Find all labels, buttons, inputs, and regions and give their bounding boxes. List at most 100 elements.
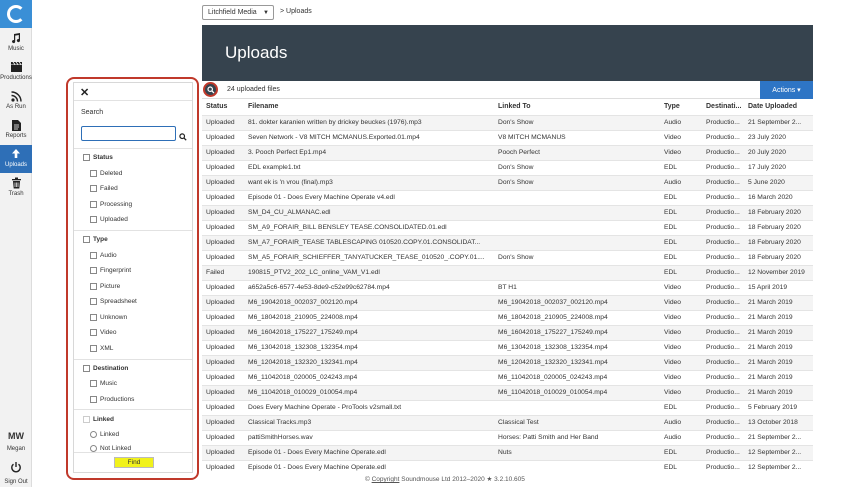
table-row[interactable]: Uploaded M6_11042018_020005_024243.mp4 M6_… — [202, 370, 813, 385]
column-header-linked-to[interactable]: Linked To — [498, 103, 660, 110]
table-row[interactable]: Uploaded SM_A9_FORAIR_BILL BENSLEY TEASE.… — [202, 220, 813, 235]
checkbox[interactable] — [90, 170, 97, 177]
cell-status: Failed — [206, 269, 225, 276]
table-row[interactable]: Uploaded Episode 01 - Does Every Machine … — [202, 445, 813, 460]
actions-button[interactable]: Actions ▾ — [760, 81, 813, 99]
checkbox[interactable] — [90, 380, 97, 387]
company-select[interactable]: Litchfield Media ▼ — [202, 5, 274, 20]
table-row[interactable]: Uploaded SM_D4_CU_ALMANAC.edl EDL Productio… — [202, 205, 813, 220]
nav-item-as-run[interactable]: As Run — [0, 87, 32, 115]
filter-type-fingerprint[interactable]: Fingerprint — [90, 267, 131, 274]
nav-item-trash[interactable]: Trash — [0, 174, 32, 202]
cell-type: Video — [664, 329, 681, 336]
checkbox[interactable] — [90, 345, 97, 352]
filter-type-checkbox[interactable]: Type — [83, 236, 108, 243]
checkbox[interactable] — [90, 267, 97, 274]
checkbox[interactable] — [90, 216, 97, 223]
cell-linked-to: Classical Test — [498, 419, 539, 426]
filter-type-video[interactable]: Video — [90, 329, 117, 336]
filter-type-audio[interactable]: Audio — [90, 252, 117, 259]
filter-destination-checkbox[interactable]: Destination — [83, 365, 128, 372]
close-icon[interactable]: ✕ — [80, 86, 89, 99]
cell-date-uploaded: 16 March 2020 — [748, 194, 793, 201]
table-row[interactable]: Uploaded M6_13042018_132308_132354.mp4 M6_… — [202, 340, 813, 355]
footer-prefix: © — [365, 476, 372, 483]
cell-status: Uploaded — [206, 119, 235, 126]
table-row[interactable]: Uploaded Episode 01 - Does Every Machine … — [202, 460, 813, 475]
filter-option-label: Linked — [100, 431, 120, 438]
checkbox[interactable] — [90, 185, 97, 192]
table-row[interactable]: Uploaded M6_11042018_010029_010054.mp4 M6_… — [202, 385, 813, 400]
checkbox[interactable] — [90, 329, 97, 336]
filter-status-checkbox[interactable]: Status — [83, 154, 113, 161]
checkbox[interactable] — [90, 298, 97, 305]
filter-option-label: Failed — [100, 185, 118, 192]
table-row[interactable]: Uploaded Does Every Machine Operate - Pro… — [202, 400, 813, 415]
checkbox[interactable] — [90, 201, 97, 208]
filter-linked-radio[interactable]: Linked — [90, 431, 119, 438]
checkbox[interactable] — [83, 365, 90, 372]
find-button[interactable]: Find — [114, 457, 154, 468]
column-header-type[interactable]: Type — [664, 103, 704, 110]
table-row[interactable]: Uploaded M6_18042018_210905_224008.mp4 M6_… — [202, 310, 813, 325]
nav-item-productions[interactable]: Productions — [0, 58, 32, 86]
column-header-status[interactable]: Status — [206, 103, 246, 110]
table-row[interactable]: Uploaded Classical Tracks.mp3 Classical Te… — [202, 415, 813, 430]
checkbox[interactable] — [90, 283, 97, 290]
checkbox[interactable] — [90, 314, 97, 321]
table-row[interactable]: Uploaded want ek is 'n vrou (final).mp3 Do… — [202, 175, 813, 190]
column-header-destination[interactable]: Destinati... — [706, 103, 746, 110]
table-row[interactable]: Uploaded M6_12042018_132320_132341.mp4 M6_… — [202, 355, 813, 370]
copyright-link[interactable]: Copyright — [372, 476, 400, 483]
checkbox[interactable] — [90, 396, 97, 403]
table-row[interactable]: Uploaded 81. dokter karanien written by d… — [202, 115, 813, 130]
filter-linked-checkbox[interactable]: Linked — [83, 416, 114, 423]
filter-type-picture[interactable]: Picture — [90, 283, 120, 290]
cell-filename: M6_18042018_210905_224008.mp4 — [248, 314, 358, 321]
search-icon[interactable] — [179, 128, 187, 146]
filter-type-unknown[interactable]: Unknown — [90, 314, 127, 321]
filter-status-uploaded[interactable]: Uploaded — [90, 216, 128, 223]
table-row[interactable]: Uploaded a652a5c6-6577-4e53-8de9-c52e99c6… — [202, 280, 813, 295]
table-row[interactable]: Uploaded pattiSmithHorses.wav Horses: Patt… — [202, 430, 813, 445]
toggle-search-button[interactable] — [203, 82, 218, 97]
nav-item-uploads[interactable]: Uploads — [0, 145, 32, 173]
sign-out-button[interactable]: Sign Out — [0, 460, 32, 487]
table-row[interactable]: Uploaded Episode 01 - Does Every Machine … — [202, 190, 813, 205]
search-input[interactable] — [81, 126, 176, 141]
filter-destination-productions[interactable]: Productions — [90, 396, 134, 403]
table-row[interactable]: Uploaded SM_A7_FORAIR_TEASE TABLESCAPING … — [202, 235, 813, 250]
cell-linked-to: M6_19042018_002037_002120.mp4 — [498, 299, 608, 306]
filter-option-label: Processing — [100, 201, 133, 208]
column-header-filename[interactable]: Filename — [248, 103, 494, 110]
checkbox[interactable] — [83, 236, 90, 243]
broadcast-icon — [9, 89, 23, 103]
checkbox[interactable] — [83, 416, 90, 423]
user-menu[interactable]: MW Megan — [0, 428, 32, 456]
nav-item-music[interactable]: Music — [0, 29, 32, 57]
filter-status-deleted[interactable]: Deleted — [90, 170, 122, 177]
radio-button[interactable] — [90, 431, 97, 438]
table-row[interactable]: Uploaded Seven Network - V8 MITCH MCMANUS… — [202, 130, 813, 145]
checkbox[interactable] — [90, 252, 97, 259]
cell-linked-to: M6_12042018_132320_132341.mp4 — [498, 359, 608, 366]
nav-item-reports[interactable]: Reports — [0, 116, 32, 144]
filter-destination-music[interactable]: Music — [90, 380, 117, 387]
table-row[interactable]: Uploaded M6_19042018_002037_002120.mp4 M6_… — [202, 295, 813, 310]
table-row[interactable]: Uploaded SM_A5_FORAIR_SCHIEFFER_TANYATUCK… — [202, 250, 813, 265]
filter-type-spreadsheet[interactable]: Spreadsheet — [90, 298, 137, 305]
table-row[interactable]: Uploaded M6_16042018_175227_175249.mp4 M6_… — [202, 325, 813, 340]
filter-status-processing[interactable]: Processing — [90, 201, 132, 208]
table-row[interactable]: Uploaded 3. Pooch Perfect Ep1.mp4 Pooch Pe… — [202, 145, 813, 160]
table-row[interactable]: Uploaded EDL example1.txt Don's Show EDL Pro… — [202, 160, 813, 175]
app-logo[interactable] — [0, 0, 32, 28]
cell-destination: Productio... — [706, 254, 740, 261]
radio-button[interactable] — [90, 445, 97, 452]
column-header-date-uploaded[interactable]: Date Uploaded — [748, 103, 813, 110]
table-row[interactable]: Failed 190815_PTV2_202_LC_online_VAM_V1.e… — [202, 265, 813, 280]
filter-not-linked-radio[interactable]: Not Linked — [90, 445, 131, 452]
search-label: Search — [81, 109, 104, 116]
checkbox[interactable] — [83, 154, 90, 161]
filter-status-failed[interactable]: Failed — [90, 185, 118, 192]
filter-type-xml[interactable]: XML — [90, 345, 113, 352]
